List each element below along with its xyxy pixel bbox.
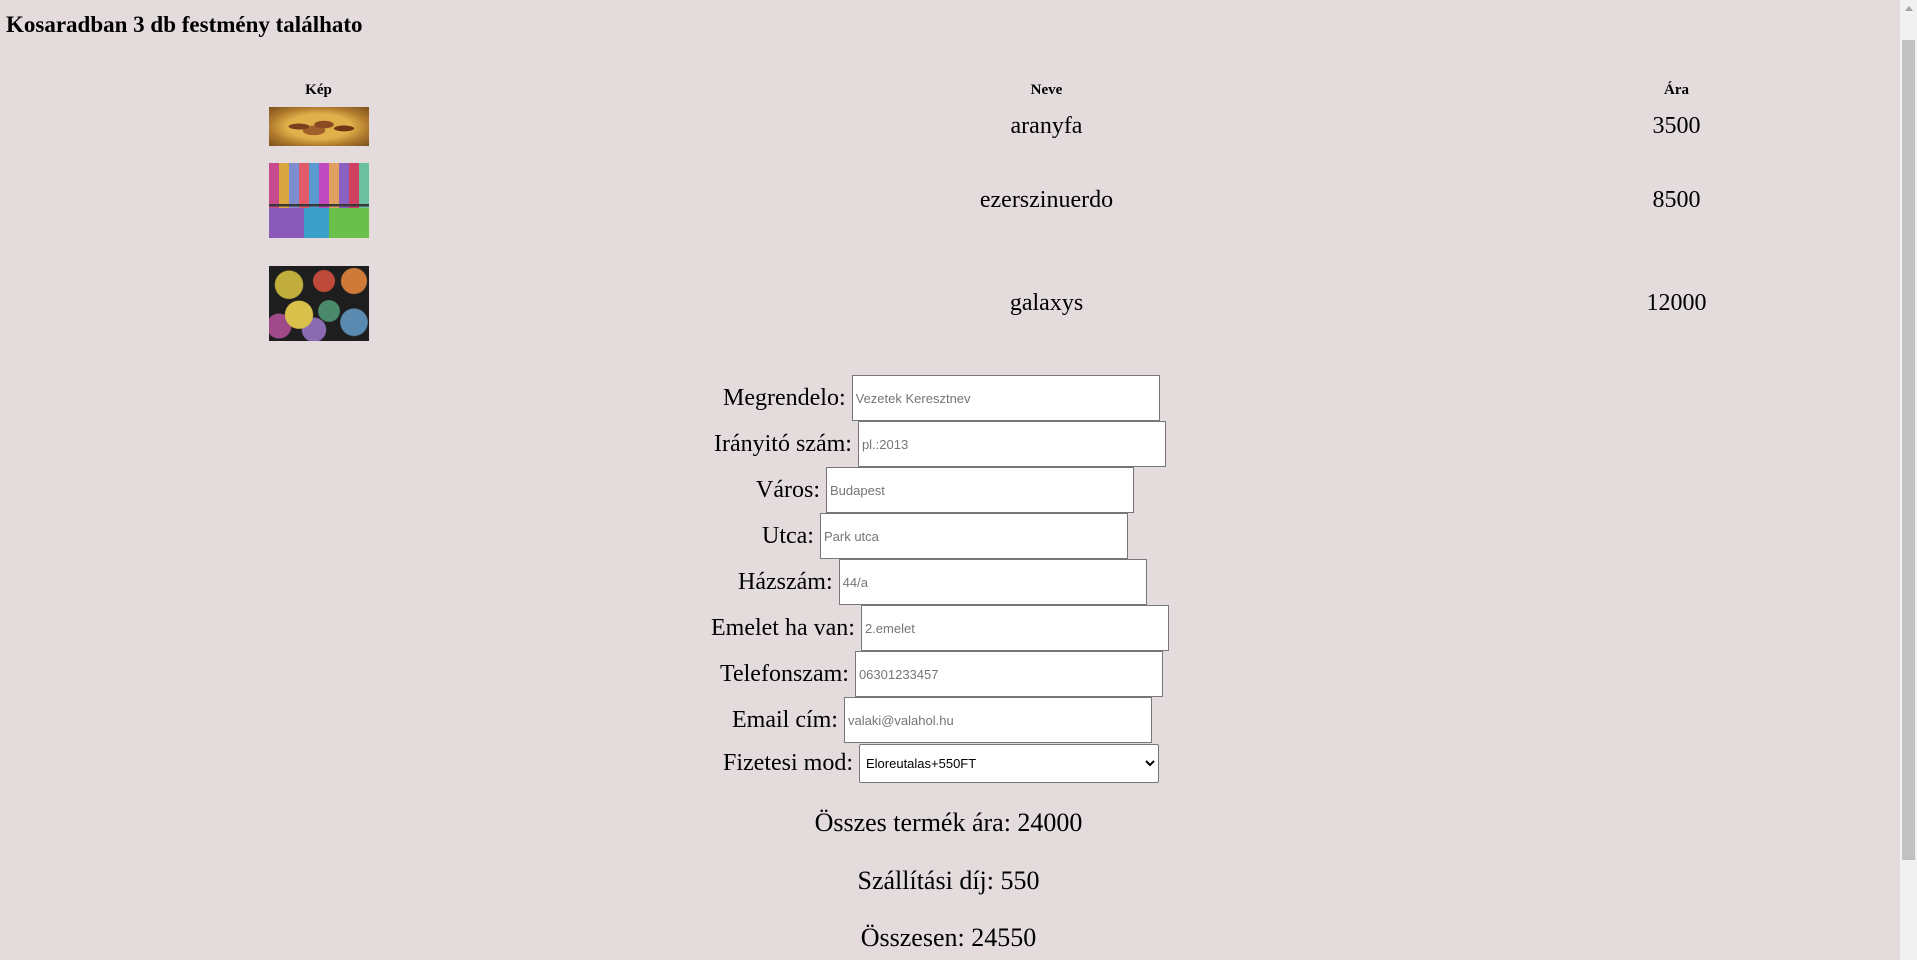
cart-table: Kép Neve Ára aranyfa 3500 ezerszinuerdo … bbox=[0, 78, 1897, 356]
cart-item-image-cell bbox=[0, 150, 637, 251]
floor-label: Emelet ha van: bbox=[711, 614, 855, 641]
payment-method-select[interactable]: Eloreutalas+550FT bbox=[858, 743, 1159, 783]
zip-row: Irányitó szám: bbox=[714, 421, 1166, 467]
city-row: Város: bbox=[756, 467, 1134, 513]
street-input[interactable] bbox=[819, 513, 1128, 559]
city-label: Város: bbox=[756, 476, 820, 503]
painting-thumbnail bbox=[268, 266, 369, 341]
cart-item-price: 12000 bbox=[1646, 290, 1707, 316]
house-number-input[interactable] bbox=[838, 559, 1147, 605]
cart-item-image-cell bbox=[0, 102, 637, 150]
customer-row: Megrendelo: bbox=[723, 375, 1160, 421]
table-row: galaxys 12000 bbox=[0, 251, 1897, 356]
zip-label: Irányitó szám: bbox=[714, 430, 852, 457]
phone-row: Telefonszam: bbox=[720, 651, 1163, 697]
cart-item-name: aranyfa bbox=[1010, 112, 1083, 139]
house-number-label: Házszám: bbox=[738, 568, 833, 595]
zip-input[interactable] bbox=[857, 421, 1166, 467]
page: Kosaradban 3 db festmény találhato Kép N… bbox=[0, 0, 1917, 960]
column-header-price: Ára bbox=[1664, 81, 1689, 98]
page-title: Kosaradban 3 db festmény találhato bbox=[6, 12, 363, 37]
painting-thumbnail bbox=[268, 106, 369, 146]
table-row: ezerszinuerdo 8500 bbox=[0, 150, 1897, 251]
cart-item-price: 3500 bbox=[1652, 112, 1701, 139]
payment-row: Fizetesi mod: Eloreutalas+550FT bbox=[723, 740, 1159, 786]
cart-item-image-cell bbox=[0, 251, 637, 356]
table-row: aranyfa 3500 bbox=[0, 102, 1897, 150]
shipping-fee: Szállítási díj: 550 bbox=[857, 866, 1040, 895]
vertical-scrollbar[interactable] bbox=[1900, 0, 1917, 960]
cart-table-header-row: Kép Neve Ára bbox=[0, 78, 1897, 102]
phone-label: Telefonszam: bbox=[720, 660, 849, 687]
grand-total: Összesen: 24550 bbox=[860, 923, 1037, 952]
street-row: Utca: bbox=[762, 513, 1128, 559]
column-header-image: Kép bbox=[305, 81, 332, 98]
customer-name-input[interactable] bbox=[851, 375, 1160, 421]
email-row: Email cím: bbox=[732, 697, 1152, 743]
cart-item-price: 8500 bbox=[1652, 187, 1701, 213]
painting-thumbnail bbox=[268, 163, 369, 238]
cart-item-name: galaxys bbox=[1009, 290, 1084, 316]
street-label: Utca: bbox=[762, 522, 814, 549]
payment-label: Fizetesi mod: bbox=[723, 749, 853, 776]
email-label: Email cím: bbox=[732, 706, 838, 733]
city-input[interactable] bbox=[825, 467, 1134, 513]
cart-item-name: ezerszinuerdo bbox=[979, 187, 1114, 213]
house-number-row: Házszám: bbox=[738, 559, 1147, 605]
column-header-name: Neve bbox=[1030, 81, 1063, 98]
phone-input[interactable] bbox=[854, 651, 1163, 697]
floor-row: Emelet ha van: bbox=[711, 605, 1169, 651]
email-input[interactable] bbox=[843, 697, 1152, 743]
floor-input[interactable] bbox=[860, 605, 1169, 651]
scrollbar-thumb[interactable] bbox=[1902, 40, 1915, 860]
scroll-up-arrow-icon[interactable] bbox=[1900, 0, 1917, 17]
products-total: Összes termék ára: 24000 bbox=[814, 808, 1083, 837]
customer-label: Megrendelo: bbox=[723, 384, 846, 411]
